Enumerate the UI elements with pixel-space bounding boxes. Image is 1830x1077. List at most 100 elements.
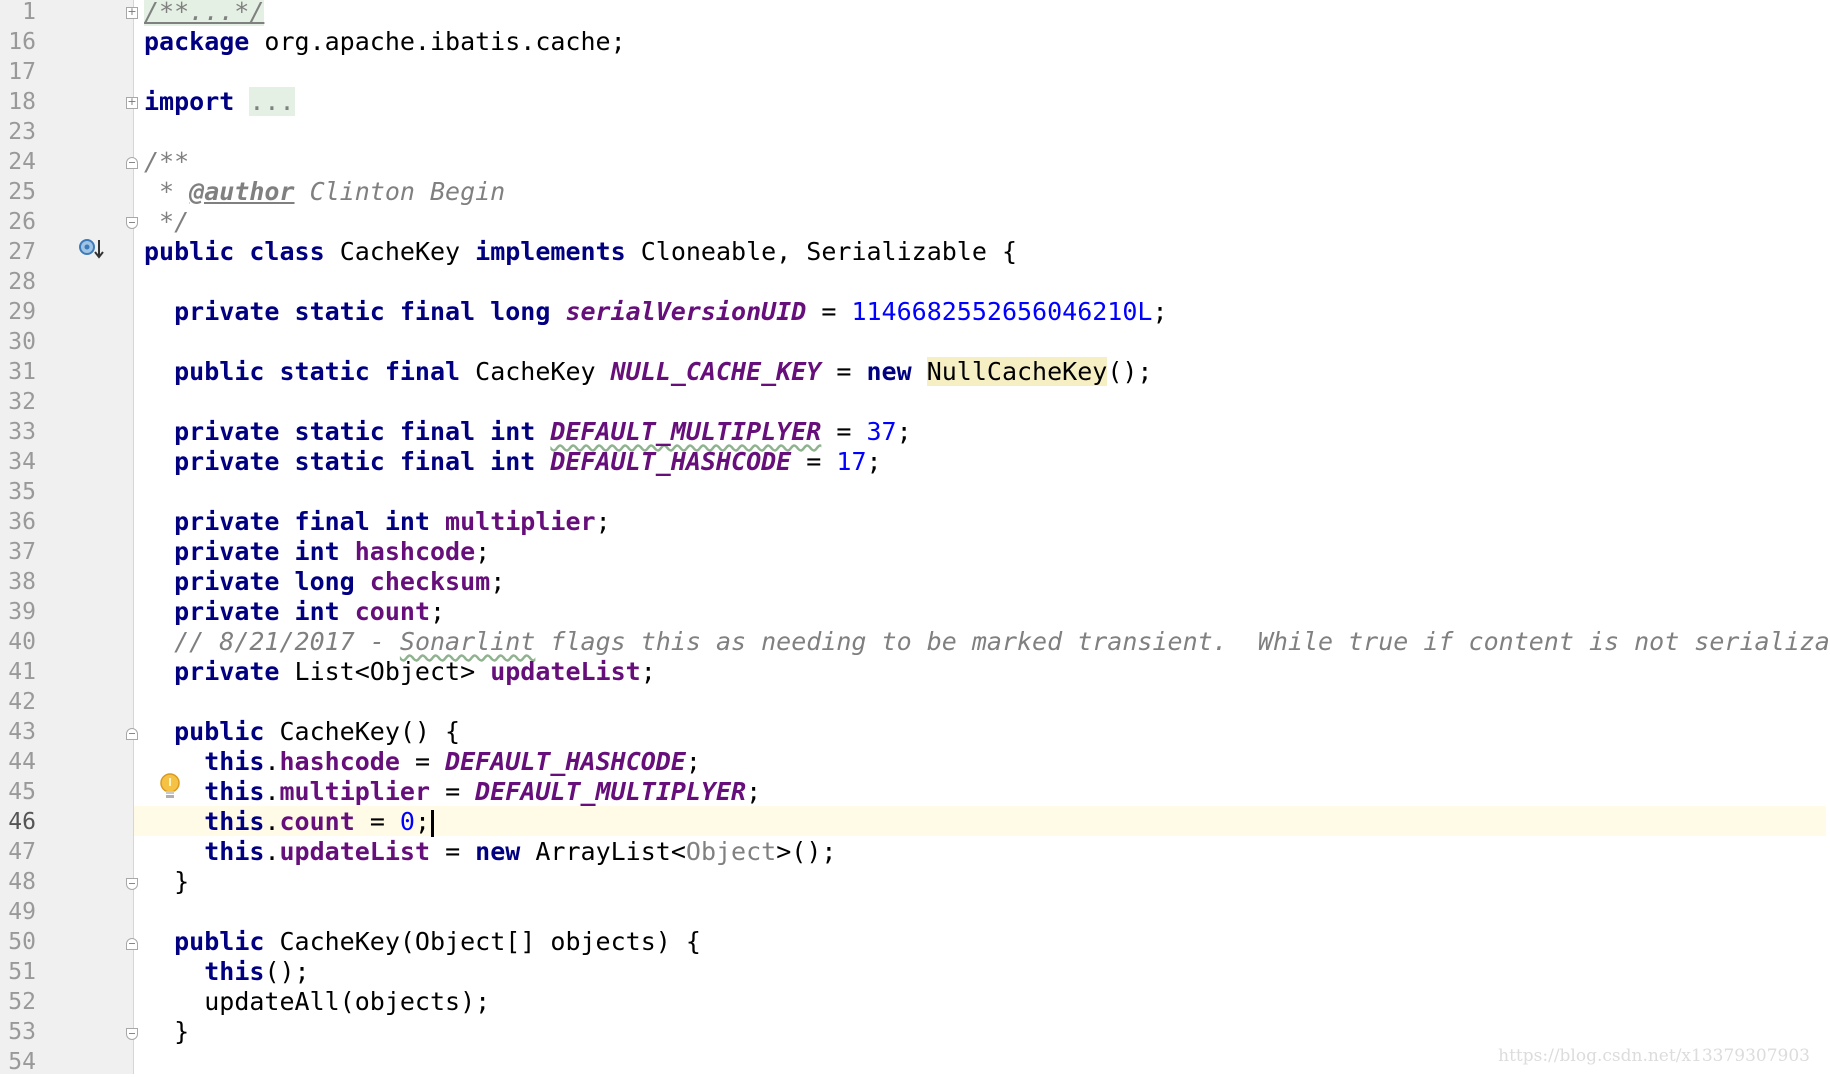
code-line-53[interactable]: } [144, 1017, 189, 1047]
line-number[interactable]: 45 [0, 777, 36, 807]
code-line-1[interactable]: /**...*/ [144, 0, 265, 27]
line-number[interactable]: 44 [0, 747, 36, 777]
line-number[interactable]: 41 [0, 657, 36, 687]
line-number[interactable]: 38 [0, 567, 36, 597]
code-text: ; [746, 777, 762, 806]
code-text: . [264, 747, 280, 776]
code-line-39[interactable]: private int count; [144, 597, 445, 627]
constant-field: DEFAULT_HASHCODE [445, 747, 686, 776]
code-line-41[interactable]: private List<Object> updateList; [144, 657, 656, 687]
line-number[interactable]: 36 [0, 507, 36, 537]
fold-collapse-icon[interactable] [126, 157, 138, 169]
code-line-29[interactable]: private static final long serialVersionU… [144, 297, 1167, 327]
code-line-26[interactable]: */ [144, 207, 189, 237]
code-line-38[interactable]: private long checksum; [144, 567, 505, 597]
code-line-25[interactable]: * @author Clinton Begin [144, 177, 505, 207]
code-line-36[interactable]: private final int multiplier; [144, 507, 611, 537]
folded-imports[interactable]: ... [249, 87, 295, 116]
keyword: private int [174, 537, 355, 566]
code-line-52[interactable]: updateAll(objects); [144, 987, 490, 1017]
line-number[interactable]: 51 [0, 957, 36, 987]
field: multiplier [279, 777, 431, 806]
fold-end-icon[interactable] [126, 1028, 138, 1040]
code-text: . [264, 777, 280, 806]
line-number[interactable]: 32 [0, 387, 36, 417]
line-number[interactable]: 31 [0, 357, 36, 387]
line-number[interactable]: 52 [0, 987, 36, 1017]
code-line-33[interactable]: private static final int DEFAULT_MULTIPL… [144, 417, 912, 447]
line-number[interactable]: 18 [0, 87, 36, 117]
keyword: private final int [174, 507, 446, 536]
code-line-47[interactable]: this.updateList = new ArrayList<Object>(… [144, 837, 836, 867]
number-literal: 17 [836, 447, 867, 476]
code-line-18[interactable]: import ... [144, 87, 295, 117]
fold-expand-icon[interactable] [126, 7, 138, 19]
line-number[interactable]: 37 [0, 537, 36, 567]
keyword: implements [475, 237, 626, 266]
fold-collapse-icon[interactable] [126, 728, 138, 740]
line-number[interactable]: 35 [0, 477, 36, 507]
line-number[interactable]: 25 [0, 177, 36, 207]
editor-gutter[interactable]: 1 16 17 18 23 24 25 26 27 28 29 30 31 32 33 34 35 36 37 38 3… [0, 0, 138, 1077]
code-line-16[interactable]: package org.apache.ibatis.cache; [144, 27, 626, 57]
code-line-31[interactable]: public static final CacheKey NULL_CACHE_… [144, 357, 1152, 387]
line-number[interactable]: 47 [0, 837, 36, 867]
line-number[interactable]: 40 [0, 627, 36, 657]
code-line-48[interactable]: } [144, 867, 189, 897]
code-line-24[interactable]: /** [144, 147, 189, 177]
line-number[interactable]: 39 [0, 597, 36, 627]
line-number[interactable]: 48 [0, 867, 36, 897]
line-number[interactable]: 54 [0, 1047, 36, 1077]
code-line-46[interactable]: this.count = 0; [144, 807, 435, 837]
line-number[interactable]: 43 [0, 717, 36, 747]
fold-end-icon[interactable] [126, 878, 138, 890]
keyword: package [144, 27, 250, 56]
code-line-40[interactable]: // 8/21/2017 - Sonarlint flags this as n… [144, 627, 1830, 657]
keyword: public [144, 237, 235, 266]
implementation-marker-icon[interactable] [78, 237, 106, 263]
field: multiplier [445, 507, 596, 536]
fold-expand-icon[interactable] [126, 97, 138, 109]
fold-end-icon[interactable] [126, 217, 138, 229]
line-number[interactable]: 27 [0, 237, 36, 267]
line-number[interactable]: 29 [0, 297, 36, 327]
line-number[interactable]: 33 [0, 417, 36, 447]
line-number[interactable]: 49 [0, 897, 36, 927]
keyword: private long [174, 567, 370, 596]
line-number[interactable]: 42 [0, 687, 36, 717]
fold-collapse-icon[interactable] [126, 938, 138, 950]
line-number[interactable]: 53 [0, 1017, 36, 1047]
line-number[interactable]: 26 [0, 207, 36, 237]
line-number[interactable]: 34 [0, 447, 36, 477]
line-number[interactable]: 23 [0, 117, 36, 147]
code-editor[interactable]: 1 16 17 18 23 24 25 26 27 28 29 30 31 32 33 34 35 36 37 38 3… [0, 0, 1830, 1077]
line-number[interactable]: 46 [0, 807, 36, 837]
code-line-50[interactable]: public CacheKey(Object[] objects) { [144, 927, 701, 957]
code-line-34[interactable]: private static final int DEFAULT_HASHCOD… [144, 447, 882, 477]
code-text: = [430, 777, 476, 806]
code-line-27[interactable]: public class CacheKey implements Cloneab… [144, 237, 1017, 267]
highlighted-identifier[interactable]: NullCacheKey [926, 357, 1108, 386]
code-line-51[interactable]: this(); [144, 957, 309, 987]
code-area[interactable]: /**...*/ package org.apache.ibatis.cache… [144, 0, 1830, 1074]
line-number[interactable]: 50 [0, 927, 36, 957]
line-number[interactable]: 28 [0, 267, 36, 297]
folded-doc-comment[interactable]: /**...*/ [144, 0, 265, 26]
line-number[interactable]: 17 [0, 57, 36, 87]
code-line-43[interactable]: public CacheKey() { [144, 717, 460, 747]
code-text: . [264, 807, 280, 836]
line-number[interactable]: 16 [0, 27, 36, 57]
code-text: ; [866, 447, 882, 476]
code-text: ; [685, 747, 701, 776]
code-line-37[interactable]: private int hashcode; [144, 537, 490, 567]
line-number[interactable]: 24 [0, 147, 36, 177]
code-line-45[interactable]: this.multiplier = DEFAULT_MULTIPLYER; [144, 777, 761, 807]
line-number[interactable]: 30 [0, 327, 36, 357]
code-text: = [430, 837, 476, 866]
code-text: ; [430, 597, 446, 626]
code-text: Cloneable, Serializable { [625, 237, 1018, 266]
comment: Sonarlint [399, 627, 536, 656]
comment: /** [144, 147, 190, 176]
line-number[interactable]: 1 [0, 0, 36, 27]
code-line-44[interactable]: this.hashcode = DEFAULT_HASHCODE; [144, 747, 701, 777]
